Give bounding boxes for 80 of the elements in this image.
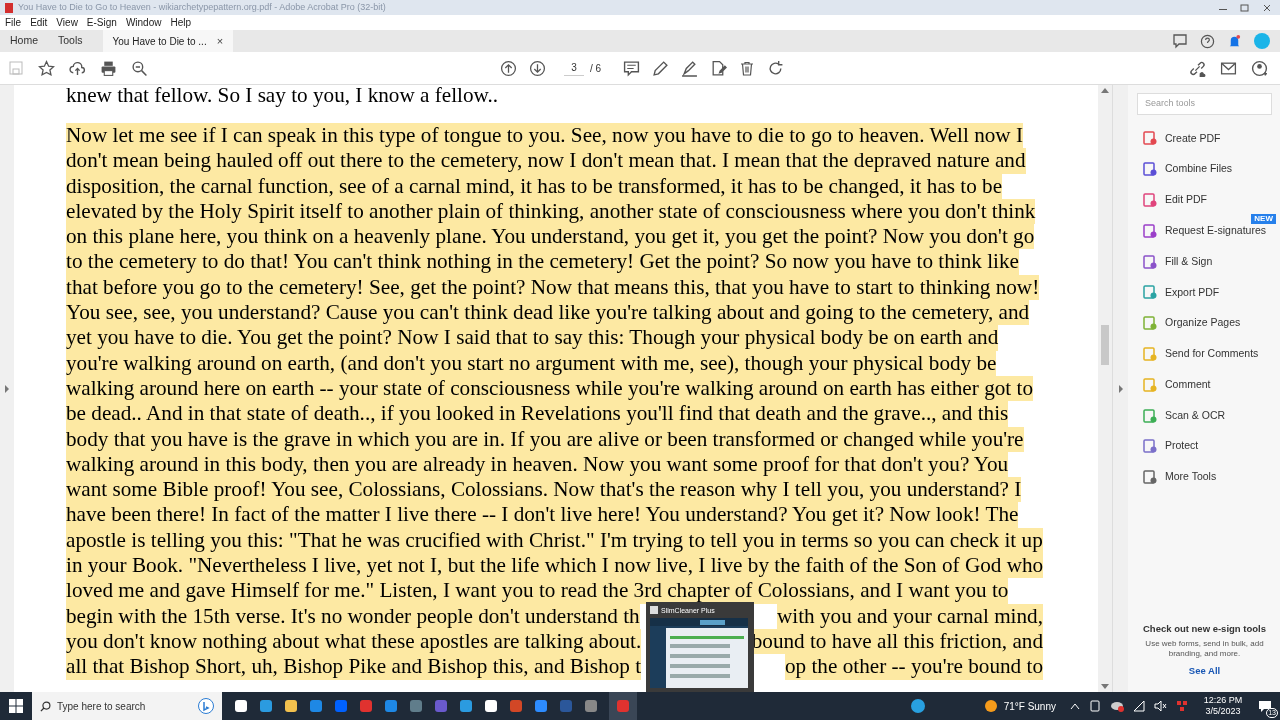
tool-icon: [1143, 316, 1157, 331]
upload-cloud-icon[interactable]: [69, 59, 86, 77]
signature-pen-icon[interactable]: [681, 59, 699, 77]
app-icon[interactable]: [409, 699, 423, 713]
menu-item[interactable]: Window: [125, 15, 162, 30]
new-badge: NEW: [1251, 214, 1276, 225]
arrow-down-icon[interactable]: [529, 59, 546, 77]
trash-icon[interactable]: [739, 59, 756, 77]
tool-icon: [1143, 439, 1157, 454]
app-icon[interactable]: [459, 699, 473, 713]
promo-text: Use web forms, send in bulk, add branding, and more.: [1144, 638, 1265, 659]
tool-item[interactable]: More Tools: [1137, 461, 1272, 493]
app-icon[interactable]: [434, 699, 448, 713]
tool-item[interactable]: Send for Comments: [1137, 338, 1272, 370]
help-icon[interactable]: [1200, 33, 1215, 49]
share-link-icon[interactable]: [1189, 59, 1206, 77]
see-all-link[interactable]: See All: [1188, 663, 1221, 678]
expand-left-icon[interactable]: [4, 384, 10, 393]
text-line: knew that fellow. So I say to you, I know a fellow..: [66, 85, 499, 105]
clock-date[interactable]: 3/5/2023: [1205, 706, 1241, 717]
feedback-icon[interactable]: [1172, 33, 1188, 49]
edit-document-icon[interactable]: [710, 59, 728, 77]
promo-title: Check out new e-sign tools: [1143, 621, 1266, 636]
taskbar-search-field[interactable]: Type here to search: [32, 692, 222, 720]
menu-item[interactable]: File: [5, 15, 22, 30]
tool-icon: [1143, 377, 1157, 392]
app-icon[interactable]: [584, 699, 598, 713]
comment-icon[interactable]: [623, 59, 641, 77]
tab-close-button[interactable]: ×: [216, 32, 224, 50]
tool-icon: [1143, 408, 1157, 423]
bing-icon[interactable]: [198, 698, 214, 714]
tool-item[interactable]: Scan & OCR: [1137, 400, 1272, 431]
tool-item[interactable]: Edit PDF: [1137, 184, 1272, 216]
cloud-icon[interactable]: [1110, 700, 1124, 712]
menu-item[interactable]: Edit: [30, 15, 48, 30]
rotate-icon[interactable]: [767, 59, 785, 77]
scroll-up-icon[interactable]: [1101, 87, 1109, 93]
app-icon: [650, 606, 658, 614]
tool-icon: [1143, 223, 1157, 238]
tool-icon: [1143, 254, 1157, 269]
window-title: You Have to Die to Go to Heaven - wikiarchetypepattern.org.pdf - Adobe Acrobat Pro (32-bit): [18, 3, 386, 12]
tool-icon: [1143, 470, 1157, 485]
chevron-up-icon[interactable]: [1070, 702, 1080, 710]
tool-item[interactable]: Organize Pages: [1137, 307, 1272, 339]
collapse-right-icon[interactable]: [1117, 384, 1124, 393]
print-icon[interactable]: [100, 59, 117, 77]
star-icon[interactable]: [38, 59, 55, 77]
pdf-icon: [4, 2, 14, 13]
tool-icon: [1143, 346, 1157, 361]
menu-item[interactable]: View: [56, 15, 78, 30]
tool-item[interactable]: Comment: [1137, 369, 1272, 401]
weather-text[interactable]: 71°F Sunny: [1003, 698, 1056, 714]
menu-item[interactable]: Help: [170, 15, 192, 30]
tool-icon: [1143, 193, 1157, 207]
tool-icon: [1143, 285, 1157, 300]
tray-app-icon[interactable]: [1089, 700, 1101, 712]
tool-item[interactable]: Export PDF: [1137, 277, 1272, 308]
arrow-up-icon[interactable]: [500, 59, 517, 77]
scroll-down-icon[interactable]: [1101, 684, 1109, 690]
tool-icon: [1143, 131, 1157, 146]
speaker-muted-icon[interactable]: [1154, 700, 1167, 712]
pencil-icon[interactable]: [652, 59, 670, 77]
tool-item[interactable]: Create PDF: [1137, 123, 1272, 154]
search-icon: [40, 700, 51, 712]
tab[interactable]: You Have to Die to ... ×: [102, 30, 234, 52]
weather-sun-icon[interactable]: [983, 699, 998, 713]
help-tray-icon[interactable]: [909, 698, 926, 714]
scrollbar-thumb[interactable]: [1101, 325, 1109, 365]
clock-time[interactable]: 12:26 PM: [1203, 695, 1243, 706]
windows-start-icon[interactable]: [9, 699, 23, 713]
tool-item[interactable]: Protect: [1137, 430, 1272, 462]
menu-item[interactable]: E-Sign: [86, 15, 117, 30]
network-icon[interactable]: [1176, 700, 1188, 712]
zoom-out-icon[interactable]: [131, 59, 148, 77]
tool-icon: [1143, 162, 1157, 177]
tool-item[interactable]: Combine Files: [1137, 153, 1272, 185]
page-number-field[interactable]: 3: [564, 60, 584, 76]
tool-item[interactable]: Fill & Sign: [1137, 246, 1272, 277]
page-count: / 6: [590, 61, 602, 76]
notification-icon[interactable]: [1258, 700, 1272, 712]
